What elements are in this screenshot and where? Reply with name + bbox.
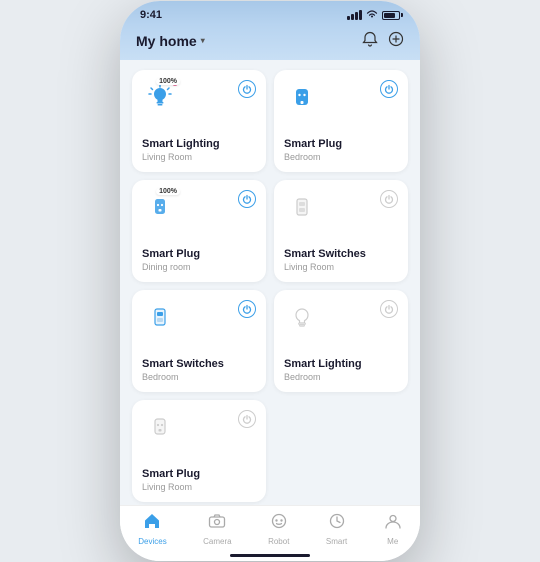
me-nav-icon — [384, 512, 402, 535]
nav-item-devices[interactable]: Devices — [138, 512, 166, 546]
device-icon-plug-active — [284, 80, 320, 116]
device-icon-plug-active2: 100% — [142, 190, 178, 226]
signal-bars-icon — [347, 10, 362, 20]
device-name-d1: Smart Lighting — [142, 138, 256, 150]
device-card-d4[interactable]: Smart Switches Living Room — [274, 180, 408, 282]
device-card-d2[interactable]: Smart Plug Bedroom — [274, 70, 408, 172]
device-card-d3[interactable]: 100% Smart Plug Dining room — [132, 180, 266, 282]
wifi-icon — [366, 9, 378, 21]
device-card-d7[interactable]: Smart Plug Living Room — [132, 400, 266, 502]
status-icons — [347, 9, 400, 21]
content-area: 100% Smart Lighting Living Room — [120, 60, 420, 505]
device-room-d7: Living Room — [142, 482, 256, 492]
status-bar: 9:41 — [120, 1, 420, 25]
device-room-d6: Bedroom — [284, 372, 398, 382]
power-button-d2[interactable] — [380, 80, 398, 98]
percentage-badge-d3: 100% — [156, 188, 180, 195]
device-name-d2: Smart Plug — [284, 138, 398, 150]
header: My home ▾ — [120, 25, 420, 60]
device-room-d4: Living Room — [284, 262, 398, 272]
device-icon-lighting-inactive — [284, 300, 320, 336]
device-name-d3: Smart Plug — [142, 248, 256, 260]
nav-label-robot: Robot — [268, 537, 289, 546]
battery-icon — [382, 11, 400, 20]
power-button-d1[interactable] — [238, 80, 256, 98]
device-icon-plug-inactive — [142, 410, 178, 446]
power-button-d5[interactable] — [238, 300, 256, 318]
percentage-badge: 100% — [156, 78, 180, 85]
smart-nav-icon — [328, 512, 346, 535]
device-room-d3: Dining room — [142, 262, 256, 272]
nav-label-devices: Devices — [138, 537, 166, 546]
device-room-d1: Living Room — [142, 152, 256, 162]
phone-frame: 9:41 My home ▾ — [120, 1, 420, 561]
home-nav-icon — [143, 512, 161, 535]
nav-label-smart: Smart — [326, 537, 347, 546]
power-button-d6[interactable] — [380, 300, 398, 318]
device-icon-lighting-active: 100% — [142, 80, 178, 116]
nav-label-me: Me — [387, 537, 398, 546]
notification-icon[interactable] — [362, 31, 378, 50]
nav-item-smart[interactable]: Smart — [326, 512, 347, 546]
device-name-d7: Smart Plug — [142, 468, 256, 480]
header-actions — [362, 31, 404, 50]
device-name-d4: Smart Switches — [284, 248, 398, 260]
status-time: 9:41 — [140, 9, 162, 21]
nav-item-robot[interactable]: Robot — [268, 512, 289, 546]
home-title-text: My home — [136, 33, 197, 49]
power-button-d7[interactable] — [238, 410, 256, 428]
device-card-d1[interactable]: 100% Smart Lighting Living Room — [132, 70, 266, 172]
device-icon-switch-active — [142, 300, 178, 336]
dropdown-arrow-icon: ▾ — [201, 36, 205, 45]
device-grid: 100% Smart Lighting Living Room — [132, 70, 408, 502]
nav-label-camera: Camera — [203, 537, 231, 546]
device-name-d6: Smart Lighting — [284, 358, 398, 370]
device-icon-switch-inactive — [284, 190, 320, 226]
camera-nav-icon — [208, 512, 226, 535]
device-room-d5: Bedroom — [142, 372, 256, 382]
header-title[interactable]: My home ▾ — [136, 33, 205, 49]
home-indicator — [120, 554, 420, 561]
device-card-d6[interactable]: Smart Lighting Bedroom — [274, 290, 408, 392]
robot-nav-icon — [270, 512, 288, 535]
nav-item-me[interactable]: Me — [384, 512, 402, 546]
home-bar — [230, 554, 310, 557]
power-button-d3[interactable] — [238, 190, 256, 208]
add-icon[interactable] — [388, 31, 404, 50]
power-button-d4[interactable] — [380, 190, 398, 208]
device-room-d2: Bedroom — [284, 152, 398, 162]
device-card-d5[interactable]: Smart Switches Bedroom — [132, 290, 266, 392]
device-name-d5: Smart Switches — [142, 358, 256, 370]
nav-item-camera[interactable]: Camera — [203, 512, 231, 546]
navbar: Devices Camera Robot — [120, 505, 420, 554]
